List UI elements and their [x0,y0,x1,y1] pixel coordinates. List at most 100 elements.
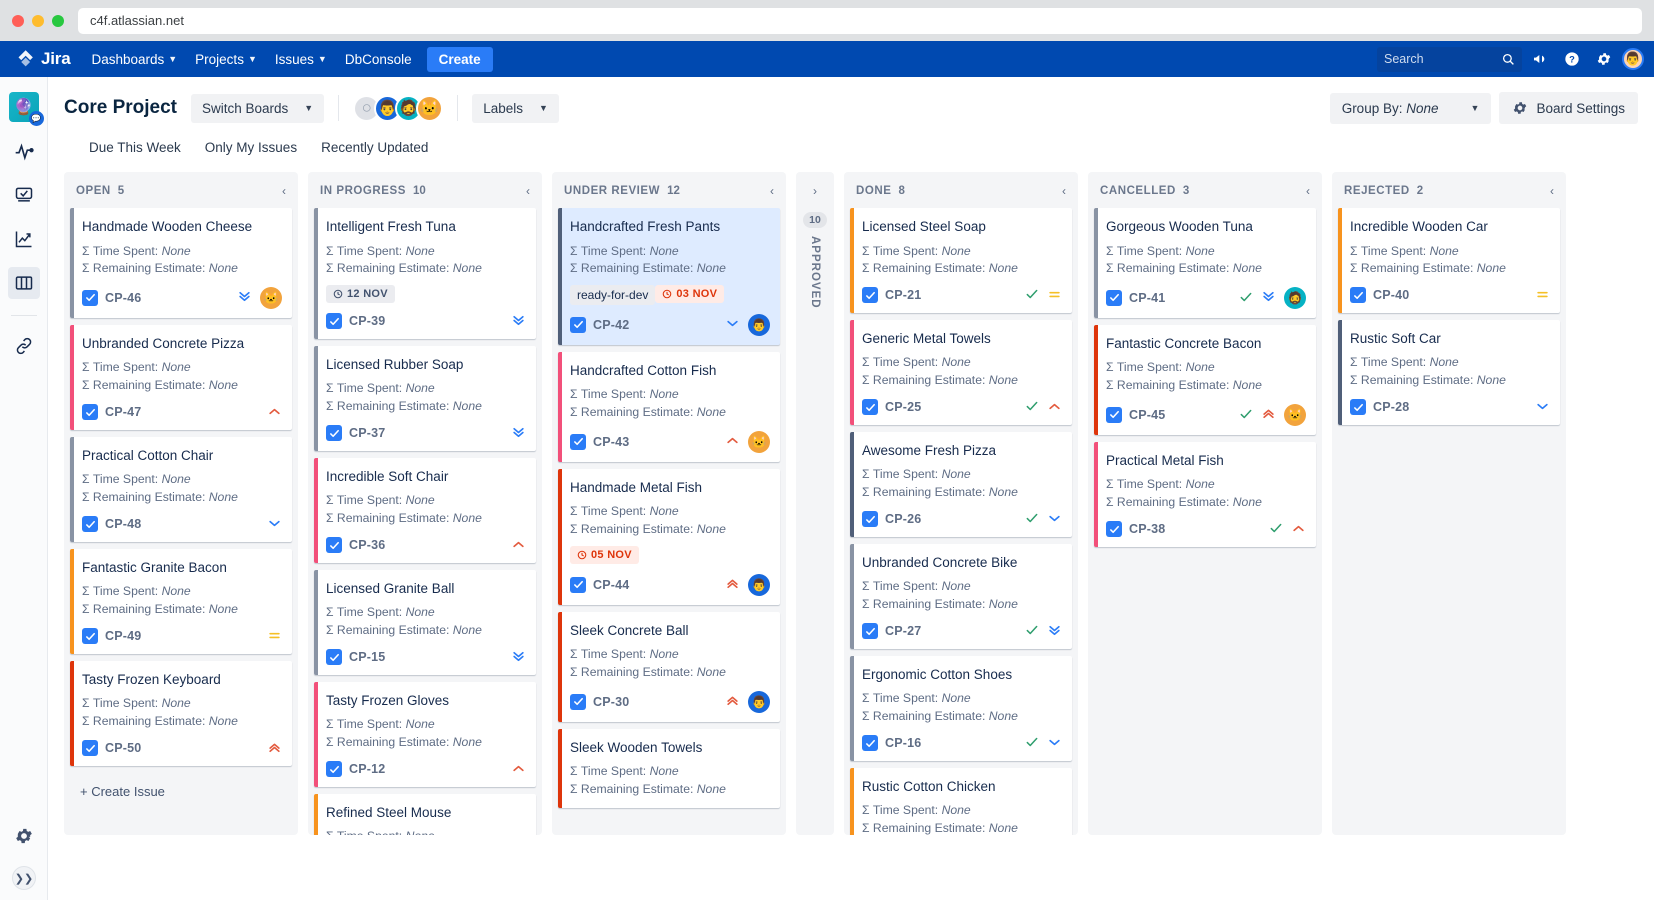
issue-key[interactable]: CP-43 [593,435,629,449]
issue-card[interactable]: Practical Metal Fish Σ Time Spent: None … [1094,442,1316,547]
collapse-column-icon[interactable]: ‹ [1062,184,1066,198]
issue-card[interactable]: Awesome Fresh Pizza Σ Time Spent: None Σ… [850,432,1072,537]
issue-type-checkbox-icon[interactable] [862,511,878,527]
create-button[interactable]: Create [427,47,493,72]
issue-card[interactable]: Unbranded Concrete Pizza Σ Time Spent: N… [70,325,292,430]
search-input[interactable]: Search [1377,47,1522,72]
issue-key[interactable]: CP-15 [349,650,385,664]
collapse-column-icon[interactable]: ‹ [770,184,774,198]
issue-card[interactable]: Fantastic Granite Bacon Σ Time Spent: No… [70,549,292,654]
quick-filter-only-my-issues[interactable]: Only My Issues [196,135,306,160]
collapse-column-icon[interactable]: ‹ [526,184,530,198]
issue-type-checkbox-icon[interactable] [862,623,878,639]
issue-card[interactable]: Sleek Wooden Towels Σ Time Spent: None Σ… [558,729,780,808]
issue-key[interactable]: CP-21 [885,288,921,302]
issue-type-checkbox-icon[interactable] [82,290,98,306]
issue-key[interactable]: CP-49 [105,629,141,643]
issue-label[interactable]: ready-for-dev [570,285,655,305]
sidebar-item-reports[interactable] [8,223,40,255]
sidebar-item-project-settings[interactable] [8,820,40,852]
issue-key[interactable]: CP-45 [1129,408,1165,422]
issue-card[interactable]: Refined Steel Mouse Σ Time Spent: None Σ… [314,794,536,835]
address-bar[interactable]: c4f.atlassian.net [78,8,1642,34]
issue-card[interactable]: Tasty Frozen Gloves Σ Time Spent: None Σ… [314,682,536,787]
issue-type-checkbox-icon[interactable] [82,404,98,420]
issue-card[interactable]: Gorgeous Wooden Tuna Σ Time Spent: None … [1094,208,1316,318]
issue-card[interactable]: Licensed Rubber Soap Σ Time Spent: None … [314,346,536,451]
settings-icon[interactable] [1590,45,1618,73]
issue-key[interactable]: CP-38 [1129,522,1165,536]
issue-key[interactable]: CP-46 [105,291,141,305]
issue-card[interactable]: Handcrafted Fresh Pants Σ Time Spent: No… [558,208,780,345]
issue-key[interactable]: CP-12 [349,762,385,776]
issue-key[interactable]: CP-44 [593,578,629,592]
issue-key[interactable]: CP-37 [349,426,385,440]
issue-card[interactable]: Rustic Cotton Chicken Σ Time Spent: None… [850,768,1072,835]
issue-type-checkbox-icon[interactable] [570,434,586,450]
column-approved-collapsed[interactable]: › 10 APPROVED [796,172,834,835]
avatar[interactable]: 🐱 [416,95,443,122]
issue-card[interactable]: Sleek Concrete Ball Σ Time Spent: None Σ… [558,612,780,722]
close-window-button[interactable] [12,15,24,27]
issue-type-checkbox-icon[interactable] [326,537,342,553]
issue-type-checkbox-icon[interactable] [1350,399,1366,415]
minimize-window-button[interactable] [32,15,44,27]
assignee-avatar[interactable]: 👨 [748,314,770,336]
issue-type-checkbox-icon[interactable] [82,740,98,756]
sidebar-item-links[interactable] [8,330,40,362]
issue-card[interactable]: Handcrafted Cotton Fish Σ Time Spent: No… [558,352,780,462]
issue-type-checkbox-icon[interactable] [862,287,878,303]
issue-card[interactable]: Practical Cotton Chair Σ Time Spent: Non… [70,437,292,542]
issue-card[interactable]: Intelligent Fresh Tuna Σ Time Spent: Non… [314,208,536,339]
megaphone-icon[interactable] [1526,45,1554,73]
collapse-column-icon[interactable]: ‹ [282,184,286,198]
issue-type-checkbox-icon[interactable] [570,694,586,710]
assignee-avatar[interactable]: 👨 [748,691,770,713]
collapse-column-icon[interactable]: ‹ [1550,184,1554,198]
sidebar-item-board[interactable] [8,267,40,299]
collapse-column-icon[interactable]: ‹ [1306,184,1310,198]
window-traffic-lights[interactable] [12,15,78,27]
sidebar-item-activity[interactable] [8,135,40,167]
issue-type-checkbox-icon[interactable] [82,628,98,644]
user-avatar[interactable]: 👨 [1622,48,1644,70]
board-settings-button[interactable]: Board Settings [1499,92,1638,124]
nav-item-dbconsole[interactable]: DbConsole [336,46,421,73]
issue-key[interactable]: CP-25 [885,400,921,414]
issue-card[interactable]: Rustic Soft Car Σ Time Spent: None Σ Rem… [1338,320,1560,425]
issue-card[interactable]: Ergonomic Cotton Shoes Σ Time Spent: Non… [850,656,1072,761]
issue-card[interactable]: Incredible Soft Chair Σ Time Spent: None… [314,458,536,563]
issue-key[interactable]: CP-36 [349,538,385,552]
issue-key[interactable]: CP-26 [885,512,921,526]
issue-card[interactable]: Tasty Frozen Keyboard Σ Time Spent: None… [70,661,292,766]
nav-item-projects[interactable]: Projects ▼ [186,46,266,73]
create-issue-link[interactable]: + Create Issue [70,773,292,810]
issue-key[interactable]: CP-16 [885,736,921,750]
assignee-avatar[interactable]: 🐱 [1284,404,1306,426]
help-icon[interactable]: ? [1558,45,1586,73]
issue-key[interactable]: CP-41 [1129,291,1165,305]
maximize-window-button[interactable] [52,15,64,27]
issue-key[interactable]: CP-30 [593,695,629,709]
issue-card[interactable]: Licensed Steel Soap Σ Time Spent: None Σ… [850,208,1072,313]
sidebar-item-project-avatar[interactable]: 🔮 💬 [8,91,40,123]
expand-column-icon[interactable]: › [813,184,817,198]
issue-type-checkbox-icon[interactable] [326,313,342,329]
issue-card[interactable]: Handmade Metal Fish Σ Time Spent: None Σ… [558,469,780,605]
issue-type-checkbox-icon[interactable] [326,649,342,665]
issue-type-checkbox-icon[interactable] [862,735,878,751]
jira-logo[interactable]: Jira [10,49,82,69]
nav-item-issues[interactable]: Issues ▼ [266,46,336,73]
issue-key[interactable]: CP-39 [349,314,385,328]
issue-key[interactable]: CP-40 [1373,288,1409,302]
issue-key[interactable]: CP-50 [105,741,141,755]
issue-type-checkbox-icon[interactable] [326,761,342,777]
issue-card[interactable]: Handmade Wooden Cheese Σ Time Spent: Non… [70,208,292,318]
expand-sidebar-button[interactable]: ❯❯ [12,866,36,890]
issue-key[interactable]: CP-28 [1373,400,1409,414]
quick-filter-due-this-week[interactable]: Due This Week [80,135,190,160]
issue-key[interactable]: CP-47 [105,405,141,419]
assignee-avatar[interactable]: 👨 [748,574,770,596]
sidebar-item-backlog[interactable] [8,179,40,211]
issue-type-checkbox-icon[interactable] [1106,407,1122,423]
